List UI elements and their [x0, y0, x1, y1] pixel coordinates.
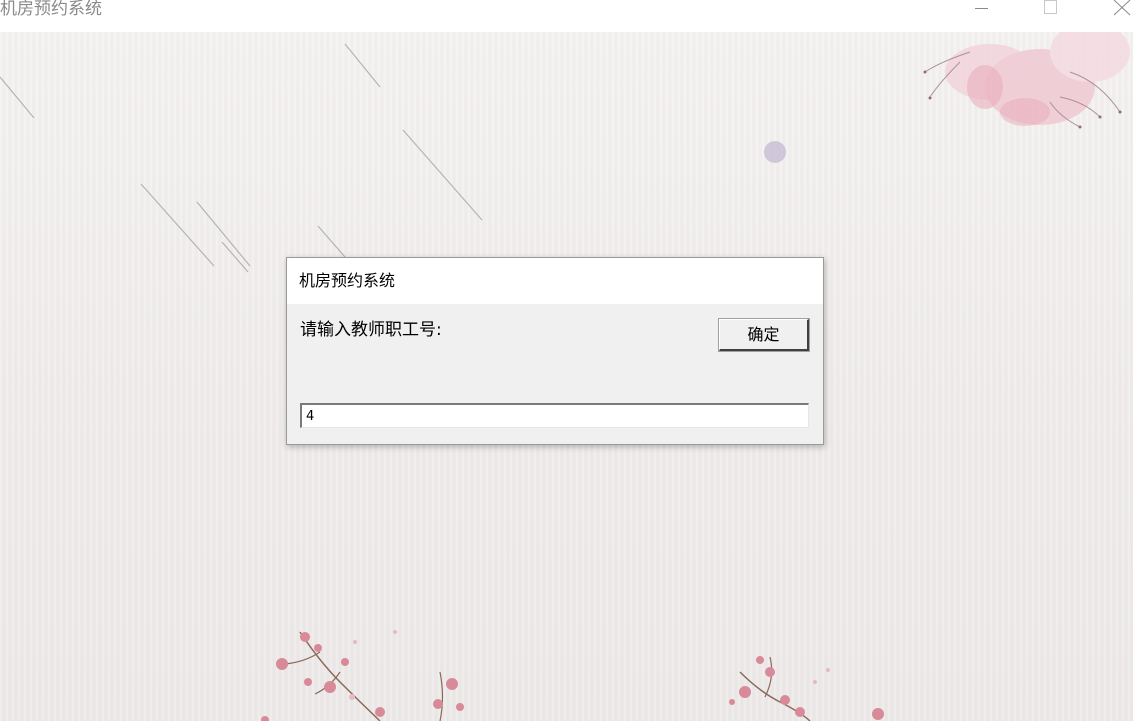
close-icon: [1113, 0, 1131, 16]
ok-button[interactable]: 确定: [718, 318, 810, 352]
title-bar[interactable]: 机房预约系统: [0, 0, 1133, 32]
minimize-icon: [975, 8, 988, 9]
input-dialog: 机房预约系统 请输入教师职工号: 确定: [286, 257, 824, 445]
teacher-id-prompt: 请输入教师职工号:: [300, 320, 442, 340]
blossom-branch-left: [261, 630, 464, 721]
minimize-button[interactable]: [958, 0, 1004, 32]
close-button[interactable]: [1097, 0, 1133, 32]
teacher-id-input[interactable]: [300, 403, 809, 428]
dialog-title: 机房预约系统: [299, 271, 396, 290]
purple-dot: [764, 141, 786, 163]
blossom-branch-right: [729, 656, 884, 721]
app-window: 机房预约系统 机房预约系统 请输入教师职工号: 确定 4: [0, 0, 1133, 721]
rain-streaks: [0, 43, 483, 273]
maximize-button[interactable]: [1027, 0, 1073, 32]
flower-top-right: [923, 32, 1130, 129]
window-title: 机房预约系统: [0, 0, 102, 19]
dialog-header: 机房预约系统: [287, 258, 823, 304]
maximize-icon: [1044, 0, 1057, 14]
